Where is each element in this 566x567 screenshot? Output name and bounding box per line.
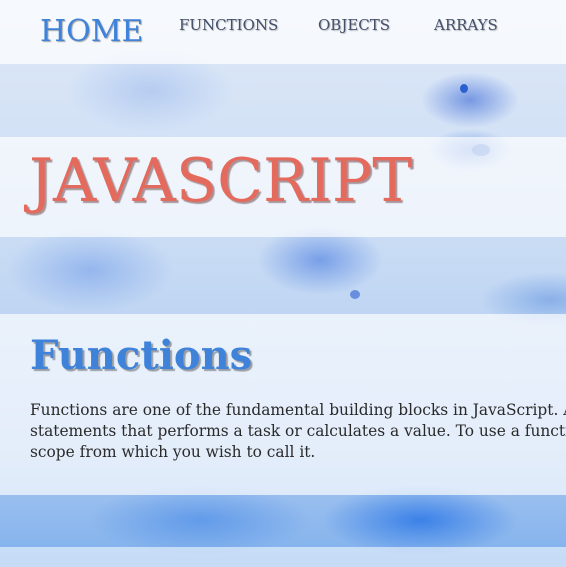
top-nav: HOME FUNCTIONS OBJECTS ARRAYS xyxy=(0,0,566,64)
ink-drop xyxy=(350,290,360,299)
nav-home-link[interactable]: HOME xyxy=(40,6,143,56)
nav-arrays-link[interactable]: ARRAYS xyxy=(434,0,498,50)
nav-functions-link[interactable]: FUNCTIONS xyxy=(179,0,278,50)
functions-section: Functions Functions are one of the funda… xyxy=(0,314,566,495)
next-section-strip xyxy=(0,547,566,567)
section-heading: Functions xyxy=(30,332,253,379)
hero-banner: JAVASCRIPT xyxy=(0,137,566,237)
page-title: JAVASCRIPT xyxy=(29,146,413,216)
section-paragraph: Functions are one of the fundamental bui… xyxy=(30,401,566,461)
nav-objects-link[interactable]: OBJECTS xyxy=(318,0,390,50)
ink-drop xyxy=(460,84,468,93)
